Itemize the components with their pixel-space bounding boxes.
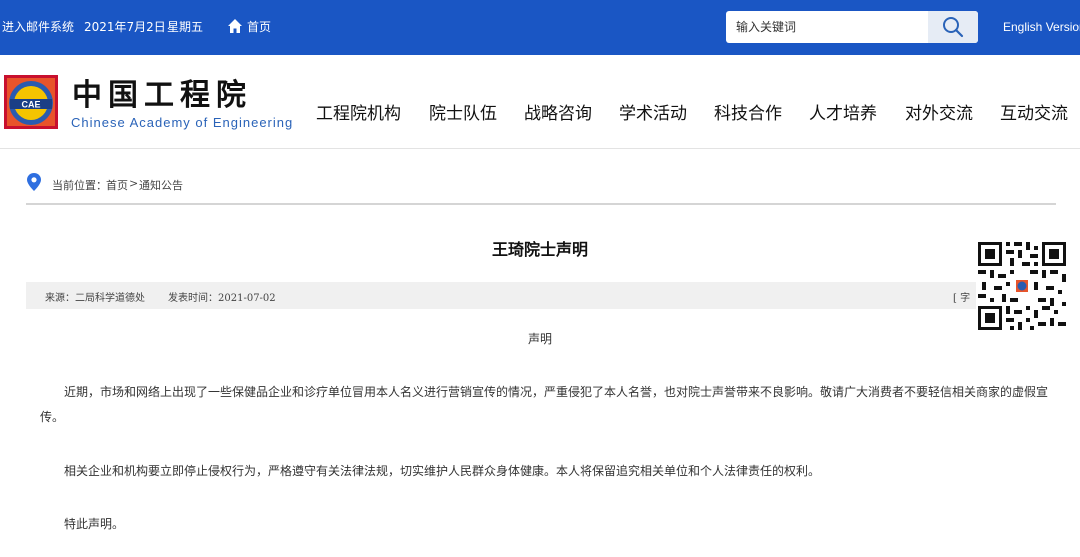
home-icon[interactable]: [227, 18, 243, 34]
mail-system-link[interactable]: 进入邮件系统: [2, 19, 74, 35]
brand-chinese-name: 中国工程院: [72, 78, 252, 113]
location-pin-icon: [27, 173, 41, 191]
breadcrumb-home-link[interactable]: 首页: [106, 177, 128, 193]
cae-logo[interactable]: CAE: [4, 75, 58, 129]
nav-item-talent-training[interactable]: 人才培养: [809, 99, 877, 124]
nav-item-strategic-consulting[interactable]: 战略咨询: [524, 99, 592, 124]
nav-item-academicians[interactable]: 院士队伍: [429, 99, 497, 124]
qr-code: [976, 240, 1068, 332]
nav-item-interaction[interactable]: 互动交流: [1000, 99, 1068, 124]
breadcrumb-current[interactable]: 通知公告: [139, 177, 183, 193]
breadcrumb-divider: [26, 203, 1056, 205]
current-date: 2021年7月2日: [84, 20, 166, 34]
statement-paragraph-3: 特此声明。: [64, 517, 125, 531]
site-header: CAE 中国工程院 Chinese Academy of Engineering…: [0, 55, 1080, 149]
statement-heading: 声明: [527, 332, 552, 346]
nav-item-tech-cooperation[interactable]: 科技合作: [714, 99, 782, 124]
top-bar: 进入邮件系统 2021年7月2日 星期五 首页 English Version: [0, 0, 1080, 55]
breadcrumb-prefix: 当前位置：: [52, 179, 107, 192]
english-version-link[interactable]: English Version: [1003, 19, 1080, 35]
search-box: [726, 11, 978, 43]
article-publish-time: 发表时间：2021-07-02: [168, 293, 276, 304]
article-source: 来源：二局科学道德处: [45, 293, 145, 304]
font-size-control[interactable]: [ 字: [953, 289, 970, 304]
statement-paragraph-1: 近期，市场和网络上出现了一些保健品企业和诊疗单位冒用本人名义进行营销宣传的情况，…: [40, 385, 1049, 424]
search-input[interactable]: [726, 11, 926, 43]
article-title: 王琦院士声明: [491, 240, 588, 259]
current-weekday: 星期五: [167, 20, 204, 34]
nav-item-foreign-exchange[interactable]: 对外交流: [905, 99, 973, 124]
home-link[interactable]: 首页: [247, 19, 271, 35]
logo-text: CAE: [21, 100, 40, 110]
brand-english-name: Chinese Academy of Engineering: [71, 115, 294, 130]
nav-item-academic-activities[interactable]: 学术活动: [619, 99, 687, 124]
search-button[interactable]: [928, 11, 978, 43]
breadcrumb-separator: >: [129, 177, 139, 190]
statement-paragraph-2: 相关企业和机构要立即停止侵权行为，严格遵守有关法律法规，切实维护人民群众身体健康…: [64, 464, 821, 478]
search-icon: [943, 17, 964, 38]
nav-item-institutions[interactable]: 工程院机构: [316, 99, 401, 124]
